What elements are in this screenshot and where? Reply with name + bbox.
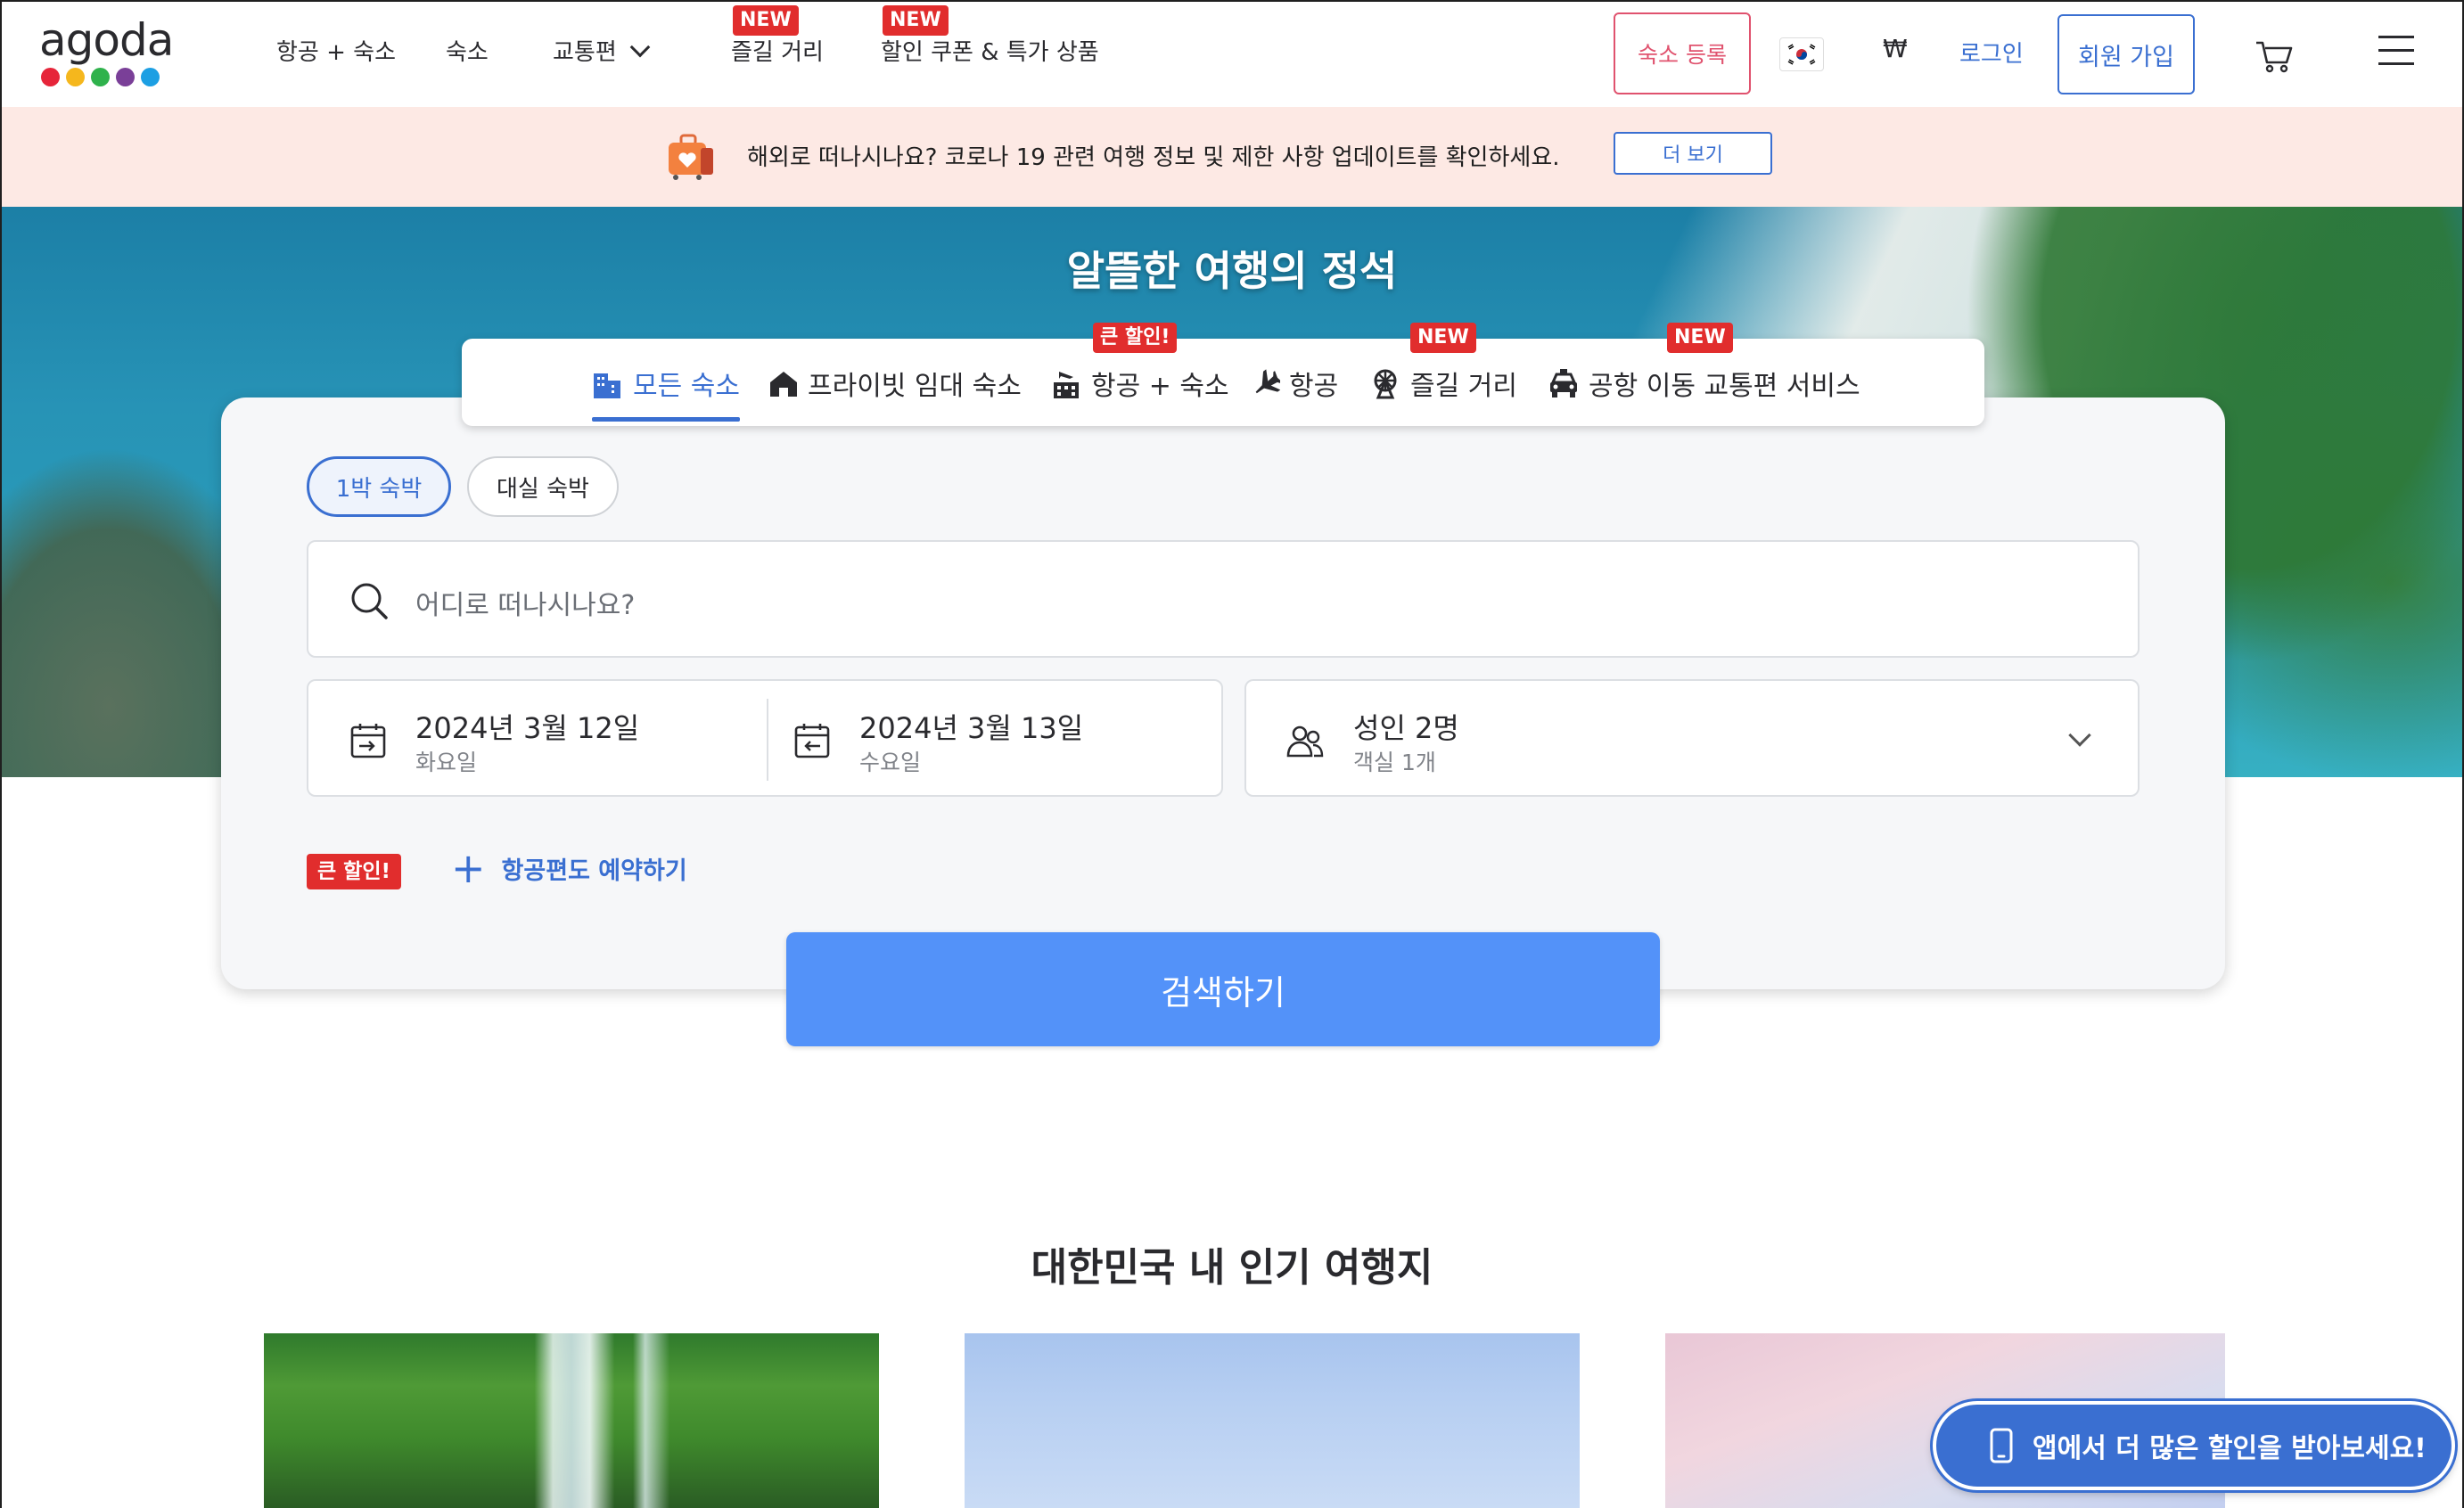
login-link[interactable]: 로그인	[1959, 36, 2024, 69]
destination-card-sky[interactable]	[965, 1333, 1580, 1508]
menu-line	[2378, 49, 2414, 52]
logo-dot-blue	[141, 68, 160, 86]
app-download-promo-button[interactable]: 앱에서 더 많은 할인을 받아보세요!	[1933, 1401, 2455, 1490]
logo-dot-green	[91, 68, 110, 86]
suitcase-heart-icon	[665, 130, 717, 182]
logo-dots	[41, 68, 160, 86]
currency-selector[interactable]: ₩	[1883, 34, 1908, 63]
search-icon	[351, 583, 388, 619]
add-flight-label: 항공편도 예약하기	[501, 856, 687, 885]
nav-new-badge: NEW	[883, 5, 949, 36]
tab-label: 즐길 거리	[1410, 371, 1517, 402]
menu-line	[2378, 62, 2414, 65]
stay-type-dayuse[interactable]: 대실 숙박	[467, 456, 619, 517]
buildings-icon	[594, 373, 620, 398]
mobile-phone-icon	[1990, 1428, 2013, 1463]
app-promo-label: 앱에서 더 많은 할인을 받아보세요!	[2033, 1433, 2427, 1464]
new-badge: NEW	[1667, 323, 1733, 353]
new-badge: NEW	[1410, 323, 1476, 353]
top-header: agoda 항공 + 숙소 숙소 교통편 NEW 즐길 거리 NEW 할인 쿠폰…	[0, 0, 2464, 107]
people-icon	[1286, 725, 1324, 758]
tab-flights[interactable]: 항공	[1250, 365, 1339, 402]
tab-label: 공항 이동 교통편 서비스	[1589, 371, 1860, 402]
nav-new-badge: NEW	[733, 5, 799, 36]
room-count: 객실 1개	[1353, 750, 1436, 775]
search-placeholder: 어디로 떠나시나요?	[415, 590, 636, 621]
korea-flag-svg	[1784, 42, 1819, 67]
add-flight-button[interactable]: + 항공편도 예약하기	[451, 844, 687, 892]
flight-hotel-icon	[1054, 372, 1079, 398]
destination-card-waterfall[interactable]	[264, 1333, 879, 1508]
nav-transport-label: 교통편	[553, 39, 617, 66]
nav-flight-hotel[interactable]: 항공 + 숙소	[276, 34, 396, 67]
guest-room-selector[interactable]: 성인 2명 객실 1개	[1244, 679, 2140, 797]
chevron-down-icon	[2068, 724, 2091, 747]
active-tab-indicator	[592, 417, 740, 422]
big-discount-badge: 큰 할인!	[1093, 323, 1178, 353]
cart-icon[interactable]	[2254, 36, 2295, 77]
date-divider	[767, 699, 768, 781]
hamburger-menu-icon[interactable]	[2378, 36, 2414, 68]
destination-search-input[interactable]: 어디로 떠나시나요?	[307, 540, 2140, 658]
nav-deals[interactable]: 할인 쿠폰 & 특가 상품	[881, 34, 1099, 67]
cart-svg	[2256, 41, 2293, 73]
tab-all-stays[interactable]: 모든 숙소	[592, 365, 740, 402]
tab-label: 모든 숙소	[633, 371, 740, 402]
register-property-button[interactable]: 숙소 등록	[1614, 12, 1751, 94]
tab-airport-transfer[interactable]: 공항 이동 교통편 서비스	[1548, 365, 1860, 402]
suitcase-svg	[669, 134, 713, 180]
nav-activities[interactable]: 즐길 거리	[731, 34, 824, 67]
popular-destinations-title: 대한민국 내 인기 여행지	[1031, 1245, 1433, 1291]
tab-label: 항공 + 숙소	[1091, 371, 1229, 402]
tab-flight-hotel[interactable]: 항공 + 숙소	[1050, 365, 1229, 402]
ferris-wheel-icon	[1374, 369, 1397, 399]
tab-label: 항공	[1289, 371, 1339, 402]
korea-flag-icon[interactable]	[1779, 37, 1824, 71]
logo-dot-red	[41, 68, 60, 86]
date-picker[interactable]: 2024년 3월 12일 화요일 2024년 3월 13일 수요일	[307, 679, 1223, 797]
search-button[interactable]: 검색하기	[786, 932, 1660, 1046]
calendar-checkin-icon	[350, 724, 386, 758]
big-discount-badge: 큰 할인!	[307, 854, 401, 889]
checkout-date: 2024년 3월 13일	[859, 711, 1084, 745]
tab-activities[interactable]: 즐길 거리	[1369, 365, 1517, 402]
logo-dot-yellow	[66, 68, 85, 86]
house-icon	[770, 372, 797, 397]
nav-hotels[interactable]: 숙소	[446, 34, 489, 67]
chevron-down-icon	[629, 37, 651, 58]
guest-count: 성인 2명	[1353, 711, 1459, 745]
notice-more-button[interactable]: 더 보기	[1614, 132, 1772, 175]
checkout-day: 수요일	[859, 750, 922, 775]
tab-private-rentals[interactable]: 프라이빗 임대 숙소	[768, 365, 1022, 402]
logo-dot-purple	[116, 68, 135, 86]
checkin-day: 화요일	[415, 750, 478, 775]
search-tabs: 모든 숙소 프라이빗 임대 숙소 큰 할인! 항공 + 숙소 항공 NEW 즐길…	[462, 323, 1984, 426]
checkin-date: 2024년 3월 12일	[415, 711, 640, 745]
tab-label: 프라이빗 임대 숙소	[808, 371, 1022, 402]
stay-type-overnight[interactable]: 1박 숙박	[307, 456, 451, 517]
hero-title: 알뜰한 여행의 정석	[1066, 247, 1398, 295]
travel-notice-banner: 해외로 떠나시나요? 코로나 19 관련 여행 정보 및 제한 사항 업데이트를…	[0, 107, 2464, 207]
nav-transport[interactable]: 교통편	[553, 34, 651, 67]
agoda-logo[interactable]: agoda	[39, 18, 182, 91]
plane-icon	[1255, 369, 1280, 394]
calendar-checkout-icon	[794, 724, 830, 758]
notice-text: 해외로 떠나시나요? 코로나 19 관련 여행 정보 및 제한 사항 업데이트를…	[747, 144, 1560, 171]
signup-button[interactable]: 회원 가입	[2057, 14, 2195, 94]
menu-line	[2378, 36, 2414, 38]
car-icon	[1550, 369, 1577, 397]
plus-icon: +	[451, 844, 486, 892]
logo-text: agoda	[39, 14, 174, 66]
